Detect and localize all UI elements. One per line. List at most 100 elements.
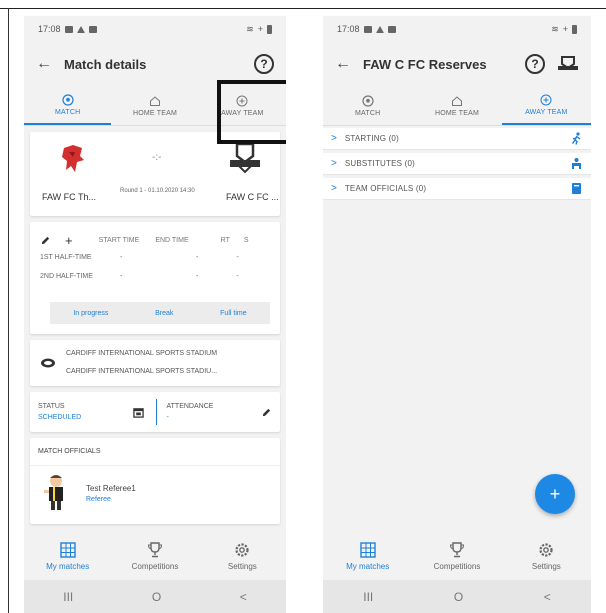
match-state-buttons: In progress Break Full time [50, 302, 270, 324]
gear-icon [539, 543, 553, 557]
nav-label: My matches [346, 562, 390, 571]
status-value: SCHEDULED [38, 414, 82, 421]
match-officials-card: MATCH OFFICIALS Test Referee1 Referee [30, 438, 280, 524]
away-team-name[interactable]: FAW C FC ... [226, 192, 279, 202]
referee-role: Referee [86, 496, 111, 503]
system-back-button[interactable]: < [544, 590, 551, 604]
rt-value: - [236, 273, 239, 280]
versus-icon: -:- [152, 152, 162, 163]
end-value: - [196, 254, 199, 261]
help-icon[interactable]: ? [254, 54, 274, 74]
clipboard-icon [572, 183, 581, 194]
stadium-card[interactable]: CARDIFF INTERNATIONAL SPORTS STADIUM CAR… [30, 340, 280, 386]
section-substitutes[interactable]: > SUBSTITUTES (0) [323, 153, 591, 175]
soccer-ball-icon [362, 94, 374, 107]
recents-button[interactable]: III [63, 590, 73, 604]
nav-label: Competitions [433, 562, 481, 571]
app-bar: ← FAW C FC Reserves ? [323, 42, 591, 86]
nav-label: Competitions [131, 562, 179, 571]
away-icon [540, 94, 552, 105]
home-team-name[interactable]: FAW FC Th... [42, 192, 96, 202]
edit-attendance-icon[interactable] [261, 407, 272, 418]
status-bar: 17:08 ≋ + [24, 16, 286, 42]
shield-crest-icon [230, 142, 260, 174]
match-tabs: MATCH HOME TEAM AWAY TEAM [323, 86, 591, 126]
add-member-fab[interactable]: + [535, 474, 575, 514]
app-notification-icon [387, 25, 396, 33]
end-value: - [196, 273, 199, 280]
chevron-right-icon: > [331, 133, 337, 144]
nav-label: Settings [531, 562, 561, 571]
add-icon[interactable]: + [65, 233, 73, 248]
referee-name[interactable]: Test Referee1 [86, 484, 136, 493]
tab-home-team[interactable]: HOME TEAM [412, 86, 501, 125]
home-button[interactable]: O [454, 590, 463, 604]
round-info: Round 1 - 01.10.2020 14:30 [120, 188, 195, 194]
pencil-icon[interactable] [40, 235, 51, 246]
tab-match[interactable]: MATCH [323, 86, 412, 125]
cloud-notification-icon [76, 25, 85, 33]
status-divider [155, 399, 157, 425]
nav-competitions[interactable]: Competitions [111, 534, 198, 578]
calendar-grid-icon [59, 542, 76, 558]
whistle-icon[interactable] [557, 55, 579, 73]
start-time-header: START TIME [98, 236, 140, 244]
status-time: 17:08 [38, 24, 61, 34]
chevron-right-icon: > [331, 158, 337, 169]
stadium-address: CARDIFF INTERNATIONAL SPORTS STADIU... [66, 368, 218, 375]
chevron-right-icon: > [331, 183, 337, 194]
teams-card: -:- FAW FC Th... Round 1 - 01.10.2020 14… [30, 132, 280, 216]
section-label: SUBSTITUTES (0) [344, 159, 415, 168]
table-row: 2ND HALF-TIME - - - [40, 267, 270, 286]
in-progress-button[interactable]: In progress [73, 310, 108, 317]
system-back-button[interactable]: < [240, 590, 247, 604]
section-team-officials[interactable]: > TEAM OFFICIALS (0) [323, 178, 591, 200]
system-navigation-bar: III O < [323, 580, 591, 613]
right-phone-screen: 17:08 ≋ + ← FAW C FC Reserves ? MATCH HO… [323, 16, 591, 613]
help-icon[interactable]: ? [525, 54, 545, 74]
start-value: - [120, 254, 123, 261]
battery-icon [572, 24, 577, 34]
match-times-card: + START TIME END TIME RT S 1ST HALF-TIME… [30, 222, 280, 334]
tab-label: HOME TEAM [132, 109, 178, 117]
section-starting[interactable]: > STARTING (0) [323, 128, 591, 150]
tab-away-team[interactable]: AWAY TEAM [501, 86, 591, 125]
home-button[interactable]: O [152, 590, 161, 604]
signal-icon: + [562, 24, 568, 34]
match-content: -:- FAW FC Th... Round 1 - 01.10.2020 14… [24, 126, 286, 524]
cloud-notification-icon [375, 25, 384, 33]
back-arrow-icon[interactable]: ← [36, 55, 52, 73]
tab-match[interactable]: MATCH [24, 86, 112, 125]
system-navigation-bar: III O < [24, 580, 286, 613]
stadium-name: CARDIFF INTERNATIONAL SPORTS STADIUM [66, 350, 218, 357]
recents-button[interactable]: III [363, 590, 373, 604]
times-header: + START TIME END TIME RT S [40, 232, 270, 248]
app-notification-icon [88, 25, 97, 33]
officials-heading: MATCH OFFICIALS [30, 438, 280, 466]
nav-settings[interactable]: Settings [502, 534, 591, 578]
rt-value: - [236, 254, 239, 261]
break-button[interactable]: Break [155, 310, 173, 317]
away-team-highlight-box [217, 80, 286, 144]
bottom-navigation: My matches Competitions Settings [323, 534, 591, 578]
tab-home-team[interactable]: HOME TEAM [111, 86, 198, 125]
full-time-button[interactable]: Full time [220, 310, 246, 317]
attendance-label: ATTENDANCE [166, 403, 214, 410]
back-arrow-icon[interactable]: ← [335, 55, 351, 73]
dragon-crest-icon [62, 145, 84, 172]
home-icon [451, 95, 462, 106]
attendance-value: - [166, 414, 169, 421]
gallery-notification-icon [64, 25, 73, 33]
calendar-icon[interactable] [132, 407, 144, 418]
nav-label: Settings [227, 562, 257, 571]
nav-settings[interactable]: Settings [199, 534, 286, 578]
rt-header: RT [220, 236, 230, 244]
end-time-header: END TIME [155, 236, 189, 244]
tab-label: AWAY TEAM [525, 108, 568, 116]
frame-left-border [8, 8, 9, 613]
nav-competitions[interactable]: Competitions [412, 534, 501, 578]
nav-my-matches[interactable]: My matches [323, 534, 412, 578]
left-phone-screen: 17:08 ≋ + ← Match details ? MATCH HOME T… [24, 16, 286, 613]
nav-my-matches[interactable]: My matches [24, 534, 111, 578]
status-card: STATUS SCHEDULED ATTENDANCE - [30, 392, 280, 432]
